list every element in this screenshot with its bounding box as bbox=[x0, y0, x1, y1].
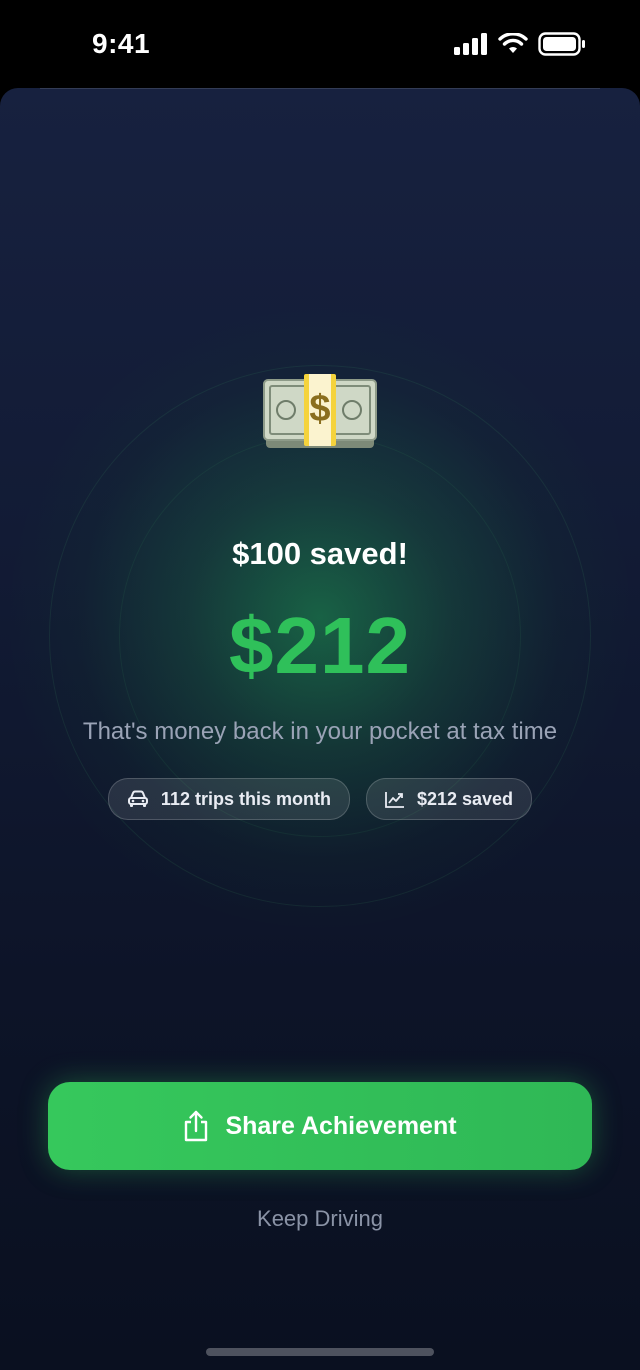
trending-up-icon bbox=[385, 792, 404, 808]
signal-icon bbox=[454, 33, 487, 55]
trips-chip: 112 trips this month bbox=[107, 778, 350, 820]
money-bills-icon: $ bbox=[260, 360, 380, 460]
svg-text:$: $ bbox=[309, 388, 330, 430]
car-icon bbox=[127, 790, 148, 807]
keep-driving-button[interactable]: Keep Driving bbox=[0, 1206, 640, 1232]
achievement-subtitle: That's money back in your pocket at tax … bbox=[82, 718, 558, 745]
saved-chip: $212 saved bbox=[365, 778, 533, 820]
share-icon bbox=[185, 1110, 208, 1142]
sheet-edge bbox=[40, 88, 600, 89]
trips-chip-label: 112 trips this month bbox=[160, 788, 331, 809]
share-achievement-button[interactable]: Share Achievement bbox=[48, 1082, 592, 1170]
achievement-sheet: $ $100 saved! $212 That's money back in … bbox=[0, 88, 640, 1370]
saved-amount: $212 bbox=[229, 601, 411, 690]
battery-icon bbox=[538, 32, 585, 56]
status-time: 9:41 bbox=[92, 28, 151, 59]
home-indicator[interactable] bbox=[206, 1348, 434, 1356]
stat-chips: 112 trips this month $212 saved bbox=[0, 778, 640, 820]
achievement-headline: $100 saved! bbox=[232, 536, 408, 571]
saved-chip-label: $212 saved bbox=[416, 788, 514, 809]
status-bar: 9:41 bbox=[0, 0, 640, 88]
status-icons bbox=[454, 30, 586, 58]
wifi-icon bbox=[498, 33, 528, 53]
share-button-label: Share Achievement bbox=[225, 1111, 457, 1140]
